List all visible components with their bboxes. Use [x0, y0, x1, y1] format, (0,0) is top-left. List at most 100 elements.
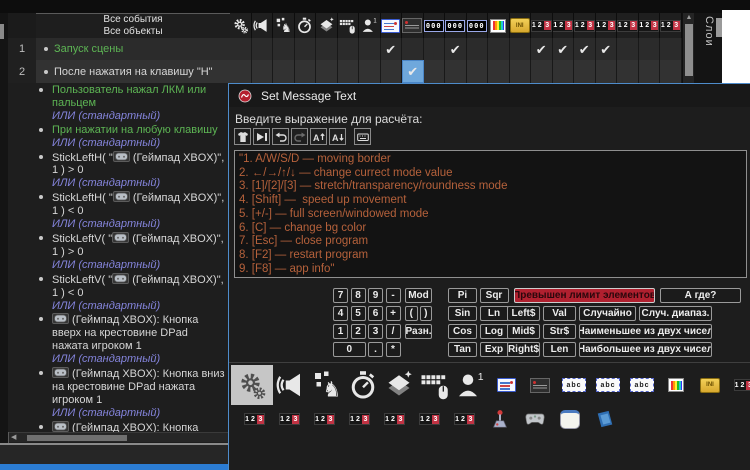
calc-button-Exp[interactable]: Exp	[479, 342, 509, 357]
action-cell[interactable]	[617, 60, 639, 83]
grid-column-counter123[interactable]: 123	[574, 13, 596, 38]
calc-button-Val[interactable]: Val	[543, 306, 576, 321]
event-row[interactable]: 1 Запуск сцены ✔ ✔ ✔ ✔ ✔ ✔	[8, 38, 682, 60]
tray-icon-counter123[interactable]: 123	[237, 407, 272, 431]
grid-column-counter000[interactable]: 000	[423, 13, 445, 38]
action-cell[interactable]	[509, 38, 531, 60]
tray-icon-ini[interactable]: INI	[693, 366, 727, 404]
tray-icon-canvas[interactable]	[552, 407, 587, 431]
tray-icon-counter123[interactable]: 123	[307, 407, 342, 431]
tray-icon-counter123[interactable]: 123	[342, 407, 377, 431]
calc-button-Ln[interactable]: Ln	[479, 306, 509, 321]
action-cell[interactable]	[488, 38, 510, 60]
action-cell[interactable]	[230, 60, 252, 83]
condition-item[interactable]: StickLeftH( " (Геймпад XBOX)", 1 ) < 0 ИЛ…	[8, 190, 228, 231]
grid-column-gear[interactable]	[230, 13, 252, 38]
condition-item[interactable]: (Геймпад XBOX): Кнопка влево на крестови…	[8, 420, 228, 432]
grid-column-speaker[interactable]	[251, 13, 273, 38]
tray-icon-xbox[interactable]	[517, 407, 552, 431]
calc-button-Pi[interactable]: Pi	[448, 288, 477, 303]
layers-tab[interactable]: Слои	[699, 16, 715, 68]
calc-button-*[interactable]: *	[385, 342, 401, 357]
keyboard-toggle-button[interactable]	[354, 128, 371, 145]
action-cell[interactable]	[337, 60, 359, 83]
calc-button-0[interactable]: 0	[333, 342, 366, 357]
action-cell[interactable]	[660, 38, 682, 60]
font-increase-button[interactable]: A	[310, 128, 327, 145]
calc-button-razn[interactable]: Разн.	[405, 324, 432, 339]
grid-column-counter123[interactable]: 123	[595, 13, 617, 38]
action-cell[interactable]	[531, 60, 553, 83]
event-row[interactable]: 2 После нажатия на клавишу "H" ✔	[8, 60, 682, 83]
calc-button--[interactable]: -	[385, 288, 401, 303]
action-cell[interactable]	[294, 60, 316, 83]
calc-button-Str$[interactable]: Str$	[543, 324, 576, 339]
calc-button-Cos[interactable]: Cos	[448, 324, 477, 339]
grid-column-monitor[interactable]	[402, 13, 424, 38]
action-cell[interactable]	[445, 60, 467, 83]
calc-button-.[interactable]: .	[368, 342, 383, 357]
action-cell[interactable]: ✔	[595, 38, 617, 60]
action-cell[interactable]	[316, 60, 338, 83]
grid-column-counter123[interactable]: 123	[531, 13, 553, 38]
tray-icon-abc[interactable]: abc	[625, 366, 659, 404]
action-cell[interactable]	[359, 60, 381, 83]
tray-icon-counter123[interactable]: 123	[412, 407, 447, 431]
action-cell[interactable]	[617, 38, 639, 60]
action-cell[interactable]	[552, 60, 574, 83]
calc-button-7[interactable]: 7	[333, 288, 348, 303]
grid-column-keyboard[interactable]	[337, 13, 359, 38]
undo-button[interactable]	[272, 128, 289, 145]
tray-icon-abc[interactable]: abc	[591, 366, 625, 404]
action-cell[interactable]: ✔	[445, 38, 467, 60]
action-cell[interactable]	[380, 60, 402, 83]
condition-item[interactable]: Пользователь нажал ЛКМ или пальцем ИЛИ (с…	[8, 83, 228, 123]
action-cell[interactable]: ✔	[402, 60, 424, 83]
calc-button-Случайно[interactable]: Случайно	[579, 306, 636, 321]
action-cell[interactable]	[273, 60, 295, 83]
tray-icon-diamond[interactable]	[381, 366, 417, 404]
action-cell[interactable]	[423, 60, 445, 83]
tray-icon-counter123[interactable]: 123	[377, 407, 412, 431]
action-cell[interactable]: ✔	[531, 38, 553, 60]
action-cell[interactable]	[660, 60, 682, 83]
condition-item[interactable]: (Геймпад XBOX): Кнопка вверх на крестови…	[8, 312, 228, 366]
action-cell[interactable]	[402, 38, 424, 60]
tray-icon-counter123[interactable]: 123	[272, 407, 307, 431]
action-cell[interactable]	[466, 38, 488, 60]
dialog-titlebar[interactable]: Set Message Text	[229, 84, 750, 107]
tray-icon-counter123[interactable]: 123	[727, 366, 750, 404]
tray-icon-speaker[interactable]	[273, 366, 309, 404]
action-cell[interactable]	[509, 60, 531, 83]
action-cell[interactable]: ✔	[552, 38, 574, 60]
grid-vscroll-thumb[interactable]	[685, 24, 693, 76]
calc-button-8[interactable]: 8	[350, 288, 366, 303]
condition-item[interactable]: StickLeftV( " (Геймпад XBOX)", 1 ) > 0 ИЛ…	[8, 231, 228, 272]
calc-button-max-of-two[interactable]: Наибольшее из двух чисел	[579, 342, 712, 357]
tray-icon-counter123[interactable]: 123	[447, 407, 482, 431]
condition-item[interactable]: StickLeftH( " (Геймпад XBOX)", 1 ) > 0 ИЛ…	[8, 150, 228, 191]
action-cell[interactable]	[316, 38, 338, 60]
tray-icon-keyboard[interactable]	[417, 366, 453, 404]
calc-button-Sqr[interactable]: Sqr	[479, 288, 509, 303]
action-cell[interactable]	[230, 38, 252, 60]
calc-button-/[interactable]: /	[385, 324, 401, 339]
expression-editor[interactable]: "1. A/W/S/D — moving border 2. ←/→/↑/↓ — …	[234, 150, 747, 278]
grid-column-counter123[interactable]: 123	[617, 13, 639, 38]
grid-column-ini[interactable]: INI	[509, 13, 531, 38]
tray-icon-gear[interactable]	[231, 365, 273, 405]
grid-column-counter000[interactable]: 000	[466, 13, 488, 38]
scroll-left-icon[interactable]: ◀	[11, 433, 16, 442]
action-cell[interactable]	[423, 38, 445, 60]
action-cell[interactable]	[251, 38, 273, 60]
grid-column-timer[interactable]	[294, 13, 316, 38]
condition-item[interactable]: (Геймпад XBOX): Кнопка вниз на крестовин…	[8, 366, 228, 420]
grid-column-diamond[interactable]	[316, 13, 338, 38]
grid-column-counter123[interactable]: 123	[660, 13, 682, 38]
calc-button-Случ. диапаз.[interactable]: Случ. диапаз.	[639, 306, 712, 321]
scroll-up-icon[interactable]: ▲	[683, 13, 695, 23]
action-cell[interactable]	[574, 60, 596, 83]
font-decrease-button[interactable]: A	[329, 128, 346, 145]
calc-button-4[interactable]: 4	[333, 306, 348, 321]
calc-button-open-paren[interactable]: (	[405, 306, 418, 321]
